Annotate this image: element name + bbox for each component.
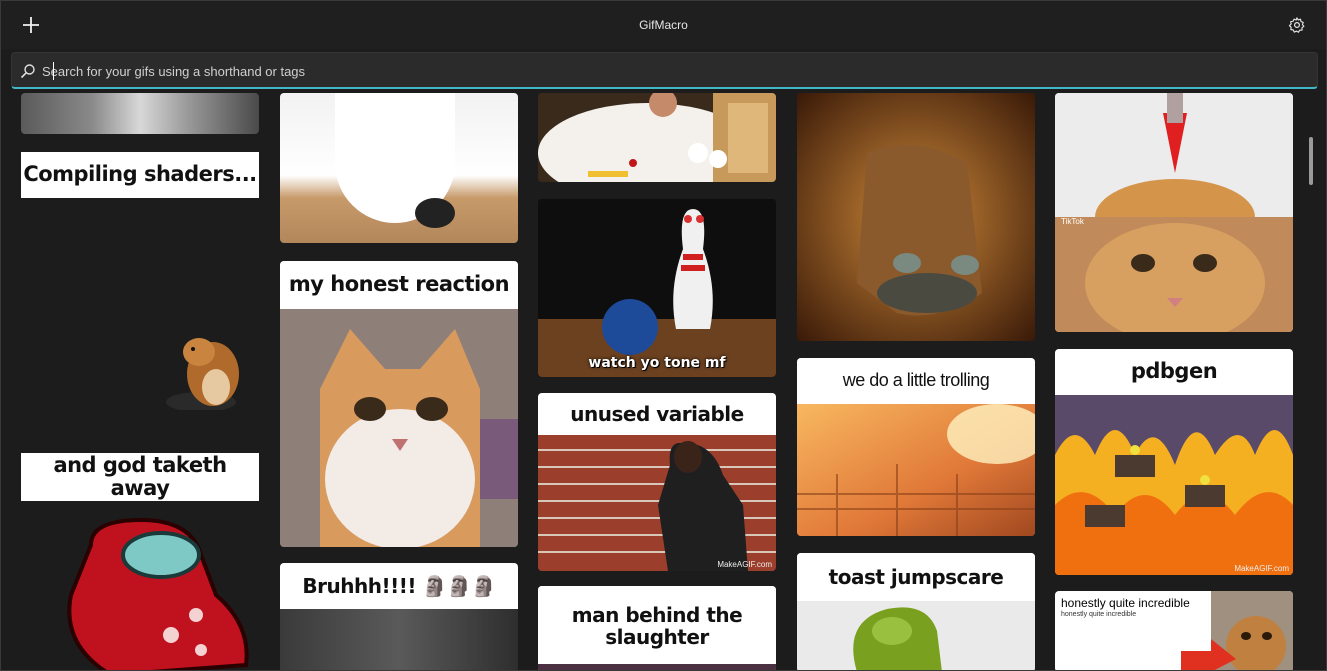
title-bar: GifMacro [1,1,1326,49]
gif-caption: pdbgen [1055,349,1293,395]
tiktok-watermark: TikTok [1061,217,1084,226]
gif-caption: Compiling shaders... [21,152,259,198]
gif-tile-pdbgen[interactable]: pdbgen MakeAGIF.com [1055,349,1293,575]
gif-caption: unused variable [538,393,776,435]
gif-tile-unused-variable[interactable]: unused variable MakeAGIF.com [538,393,776,571]
app-window: GifMacro Compiling shaders... [0,0,1327,671]
brick-wall-image [538,435,776,571]
gif-gallery: Compiling shaders... and god taketh away [1,93,1301,670]
gif-caption: and god taketh away [21,453,259,501]
gif-tile-cat[interactable] [280,93,518,243]
vertical-scrollbar[interactable] [1309,137,1313,185]
gif-tile[interactable] [21,93,259,134]
office-fire-image [1055,395,1293,575]
gif-tile-bruhhh[interactable]: Bruhhh!!!! 🗿🗿🗿 [280,563,518,670]
hamster-fire-image [797,93,1035,341]
gif-tile-honestly-quite-incredible[interactable]: honestly quite incredible honestly quite… [1055,591,1293,670]
image-strip [538,664,776,670]
search-icon [20,64,35,79]
gif-subcaption: honestly quite incredible [1061,611,1137,618]
gif-caption: toast jumpscare [797,553,1035,601]
gear-icon [1288,17,1305,33]
gif-tile-hamster-fire[interactable] [797,93,1035,341]
gif-tile-and-god-taketh-away[interactable]: and god taketh away [21,453,259,670]
gif-tile-food-plate[interactable] [538,93,776,182]
settings-button[interactable] [1288,16,1306,34]
gif-tile-watch-yo-tone[interactable]: watch yo tone mf [538,199,776,377]
food-plate-image [538,93,776,182]
gif-caption: man behind the slaughter [538,586,776,666]
gif-caption: my honest reaction [280,261,518,309]
search-input[interactable] [42,59,1302,83]
gif-caption: watch yo tone mf [588,355,726,371]
toast-image [797,601,1035,670]
watermark: MakeAGIF.com [1234,564,1289,573]
text-caret [53,62,54,80]
gif-tile-my-honest-reaction[interactable]: my honest reaction [280,261,518,547]
app-title: GifMacro [639,18,688,32]
gif-tile-man-behind-the-slaughter[interactable]: man behind the slaughter [538,586,776,670]
gif-caption: Bruhhh!!!! 🗿🗿🗿 [280,563,518,609]
bun-cat-image [1055,93,1293,332]
gif-caption: honestly quite incredible [1061,596,1190,610]
hamster-image [166,338,239,410]
gif-tile-toast-jumpscare[interactable]: toast jumpscare [797,553,1035,670]
gif-caption: we do a little trolling [797,358,1035,404]
dark-scene-image [280,609,518,670]
cat-paw [415,198,455,228]
burning-city-image [797,404,1035,536]
among-us-image [67,517,249,670]
search-bar[interactable] [11,52,1318,89]
cat-face-image [280,309,518,547]
cat-arrow-image [1181,591,1293,670]
bowling-pin-image [538,199,776,377]
gif-tile-tiktok-cat[interactable]: TikTok [1055,93,1293,332]
gif-tile-compiling-shaders[interactable]: Compiling shaders... [21,152,259,410]
watermark: MakeAGIF.com [717,560,772,569]
gif-tile-we-do-a-little-trolling[interactable]: we do a little trolling [797,358,1035,536]
